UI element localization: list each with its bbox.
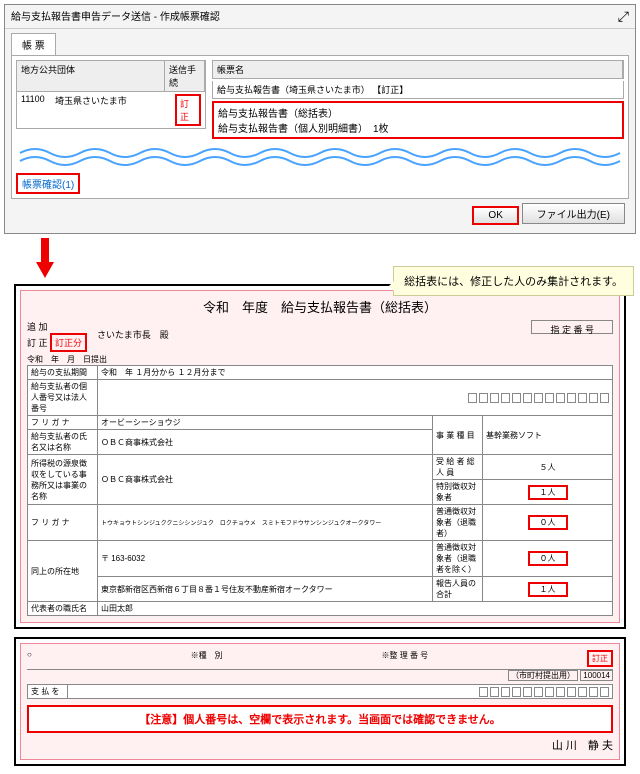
- status-correction: 訂正: [175, 94, 201, 126]
- left-pane: 地方公共団体送信手続 11100 埼玉県さいたま市 訂正: [16, 60, 206, 139]
- summary-table: 給与の支払期間令和 年 １月分から １２月分まで 給与支払者の個人番号又は法人番…: [27, 365, 613, 616]
- form-title: 令和 年度 給与支払報告書（総括表）: [27, 297, 613, 316]
- detail-correction-tag: 訂正: [587, 650, 613, 667]
- correction-tag: 訂正分: [50, 333, 87, 352]
- omission-wave: [16, 145, 624, 167]
- detail-form: ○ ※種 別 ※整 理 番 号 訂正 （市町村提出用） 100014 支 払 を…: [14, 637, 626, 766]
- report-confirm-link[interactable]: 帳票確認(1): [16, 173, 80, 194]
- fullscreen-icon[interactable]: ⤢: [618, 8, 629, 25]
- caution-box: 【注意】個人番号は、空欄で表示されます。当画面では確認できません。: [27, 705, 613, 733]
- summary-form: 令和 年度 給与支払報告書（総括表） 追 加 訂 正 訂正分 さいたま市長 殿 …: [14, 284, 626, 629]
- dialog-title: 給与支払報告書申告データ送信 - 作成帳票確認: [11, 8, 220, 25]
- file-output-button[interactable]: ファイル出力(E): [522, 203, 625, 224]
- summary-callout: 総括表には、修正した人のみ集計されます。: [393, 266, 634, 296]
- muni-row[interactable]: 11100 埼玉県さいたま市 訂正: [16, 92, 206, 129]
- ok-button[interactable]: OK: [472, 206, 518, 225]
- confirm-dialog: 給与支払報告書申告データ送信 - 作成帳票確認 ⤢ 帳 票 地方公共団体送信手続…: [4, 4, 636, 234]
- report-list-box: 給与支払報告書（総括表） 給与支払報告書（個人別明細書） 1枚: [212, 101, 624, 139]
- flow-arrow-icon: [36, 238, 54, 278]
- person-name: 山 川 静 夫: [27, 737, 613, 753]
- tab-report[interactable]: 帳 票: [11, 33, 56, 55]
